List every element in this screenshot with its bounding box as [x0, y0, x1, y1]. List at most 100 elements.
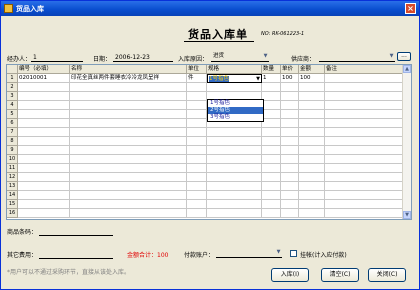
- reason-select[interactable]: 进货 ▼: [211, 53, 269, 61]
- column-header[interactable]: 名称: [70, 65, 187, 74]
- grid-cell[interactable]: [299, 137, 325, 146]
- grid-cell[interactable]: 02010001: [18, 74, 70, 83]
- grid-cell[interactable]: [18, 110, 70, 119]
- spec-option[interactable]: 2号指色: [208, 107, 263, 114]
- clear-button[interactable]: 清空(C): [321, 268, 359, 282]
- credit-checkbox[interactable]: [290, 250, 297, 257]
- grid-cell[interactable]: [70, 128, 187, 137]
- grid-cell[interactable]: [281, 182, 299, 191]
- grid-cell[interactable]: [299, 83, 325, 92]
- column-header[interactable]: 备注: [325, 65, 404, 74]
- grid-cell[interactable]: [299, 209, 325, 218]
- grid-cell[interactable]: [281, 173, 299, 182]
- grid-cell[interactable]: [325, 137, 404, 146]
- grid-cell[interactable]: [325, 128, 404, 137]
- grid-cell[interactable]: [187, 155, 207, 164]
- grid-cell[interactable]: 印花全真丝两件套睡衣冷冷龙凤呈祥: [70, 74, 187, 83]
- grid-cell[interactable]: [70, 155, 187, 164]
- grid-cell[interactable]: [325, 182, 404, 191]
- grid-cell[interactable]: [187, 164, 207, 173]
- grid-cell[interactable]: [18, 173, 70, 182]
- grid-cell[interactable]: [207, 146, 262, 155]
- grid-cell[interactable]: [70, 110, 187, 119]
- grid-cell[interactable]: [325, 101, 404, 110]
- grid-cell[interactable]: [207, 83, 262, 92]
- grid-cell[interactable]: [262, 83, 281, 92]
- grid-cell[interactable]: [187, 92, 207, 101]
- grid-cell[interactable]: [70, 182, 187, 191]
- grid-cell[interactable]: [299, 128, 325, 137]
- spec-option[interactable]: 1号指色: [208, 100, 263, 107]
- supplier-browse-button[interactable]: ...: [397, 52, 411, 61]
- grid-cell[interactable]: [18, 101, 70, 110]
- grid-cell[interactable]: [207, 155, 262, 164]
- grid-cell[interactable]: [262, 191, 281, 200]
- grid-cell[interactable]: [187, 137, 207, 146]
- scroll-up-button[interactable]: ▲: [403, 65, 411, 73]
- grid-cell[interactable]: 1: [262, 74, 281, 83]
- grid-cell[interactable]: [18, 191, 70, 200]
- grid-cell[interactable]: [299, 92, 325, 101]
- grid-cell[interactable]: [281, 137, 299, 146]
- grid-cell[interactable]: [325, 92, 404, 101]
- grid-cell[interactable]: [18, 146, 70, 155]
- grid-cell[interactable]: [325, 119, 404, 128]
- grid-cell[interactable]: [187, 182, 207, 191]
- scroll-down-button[interactable]: ▼: [403, 211, 411, 219]
- grid-cell[interactable]: [187, 101, 207, 110]
- grid-cell[interactable]: [281, 110, 299, 119]
- column-header[interactable]: 规格: [207, 65, 262, 74]
- grid-cell[interactable]: [299, 173, 325, 182]
- grid-cell[interactable]: [281, 128, 299, 137]
- grid-cell[interactable]: [281, 92, 299, 101]
- grid-cell[interactable]: [18, 137, 70, 146]
- grid-cell[interactable]: [70, 101, 187, 110]
- grid-cell[interactable]: [207, 191, 262, 200]
- chevron-down-icon[interactable]: ▼: [388, 53, 395, 59]
- grid-cell[interactable]: [207, 137, 262, 146]
- column-header[interactable]: 单位: [187, 65, 207, 74]
- grid-cell[interactable]: 1号指色 ▼: [207, 74, 262, 83]
- grid-cell[interactable]: [70, 200, 187, 209]
- grid-cell[interactable]: [187, 146, 207, 155]
- grid-cell[interactable]: [70, 146, 187, 155]
- grid-cell[interactable]: [262, 137, 281, 146]
- grid-cell[interactable]: 件: [187, 74, 207, 83]
- grid-cell[interactable]: [70, 92, 187, 101]
- vertical-scrollbar[interactable]: ▲ ▼: [402, 65, 411, 219]
- grid-cell[interactable]: [299, 182, 325, 191]
- grid-cell[interactable]: [299, 110, 325, 119]
- grid-cell[interactable]: [325, 191, 404, 200]
- grid-cell[interactable]: [262, 182, 281, 191]
- grid-cell[interactable]: 100: [281, 74, 299, 83]
- grid-cell[interactable]: [70, 164, 187, 173]
- grid-cell[interactable]: [325, 110, 404, 119]
- grid-cell[interactable]: [18, 92, 70, 101]
- grid-cell[interactable]: [262, 173, 281, 182]
- stock-in-button[interactable]: 入库(I): [271, 268, 309, 282]
- grid-cell[interactable]: [299, 200, 325, 209]
- grid-cell[interactable]: [281, 164, 299, 173]
- supplier-select[interactable]: ▼: [319, 53, 395, 61]
- grid-cell[interactable]: [281, 101, 299, 110]
- grid-cell[interactable]: [299, 191, 325, 200]
- grid-cell[interactable]: [18, 209, 70, 218]
- grid-cell[interactable]: [70, 191, 187, 200]
- grid-cell[interactable]: [325, 146, 404, 155]
- grid-cell[interactable]: [207, 173, 262, 182]
- column-header[interactable]: 数量: [262, 65, 281, 74]
- grid-cell[interactable]: [262, 92, 281, 101]
- spec-option[interactable]: 3号指色: [208, 114, 263, 121]
- grid-cell[interactable]: [262, 164, 281, 173]
- grid-cell[interactable]: [18, 119, 70, 128]
- grid-cell[interactable]: [187, 209, 207, 218]
- grid-cell[interactable]: [325, 173, 404, 182]
- chevron-down-icon[interactable]: ▼: [275, 249, 282, 255]
- grid-cell[interactable]: [299, 119, 325, 128]
- grid-cell[interactable]: [70, 83, 187, 92]
- grid-cell[interactable]: [207, 200, 262, 209]
- grid-cell[interactable]: [281, 83, 299, 92]
- close-button[interactable]: ×: [405, 3, 416, 14]
- grid-cell[interactable]: [325, 83, 404, 92]
- grid-cell[interactable]: [325, 164, 404, 173]
